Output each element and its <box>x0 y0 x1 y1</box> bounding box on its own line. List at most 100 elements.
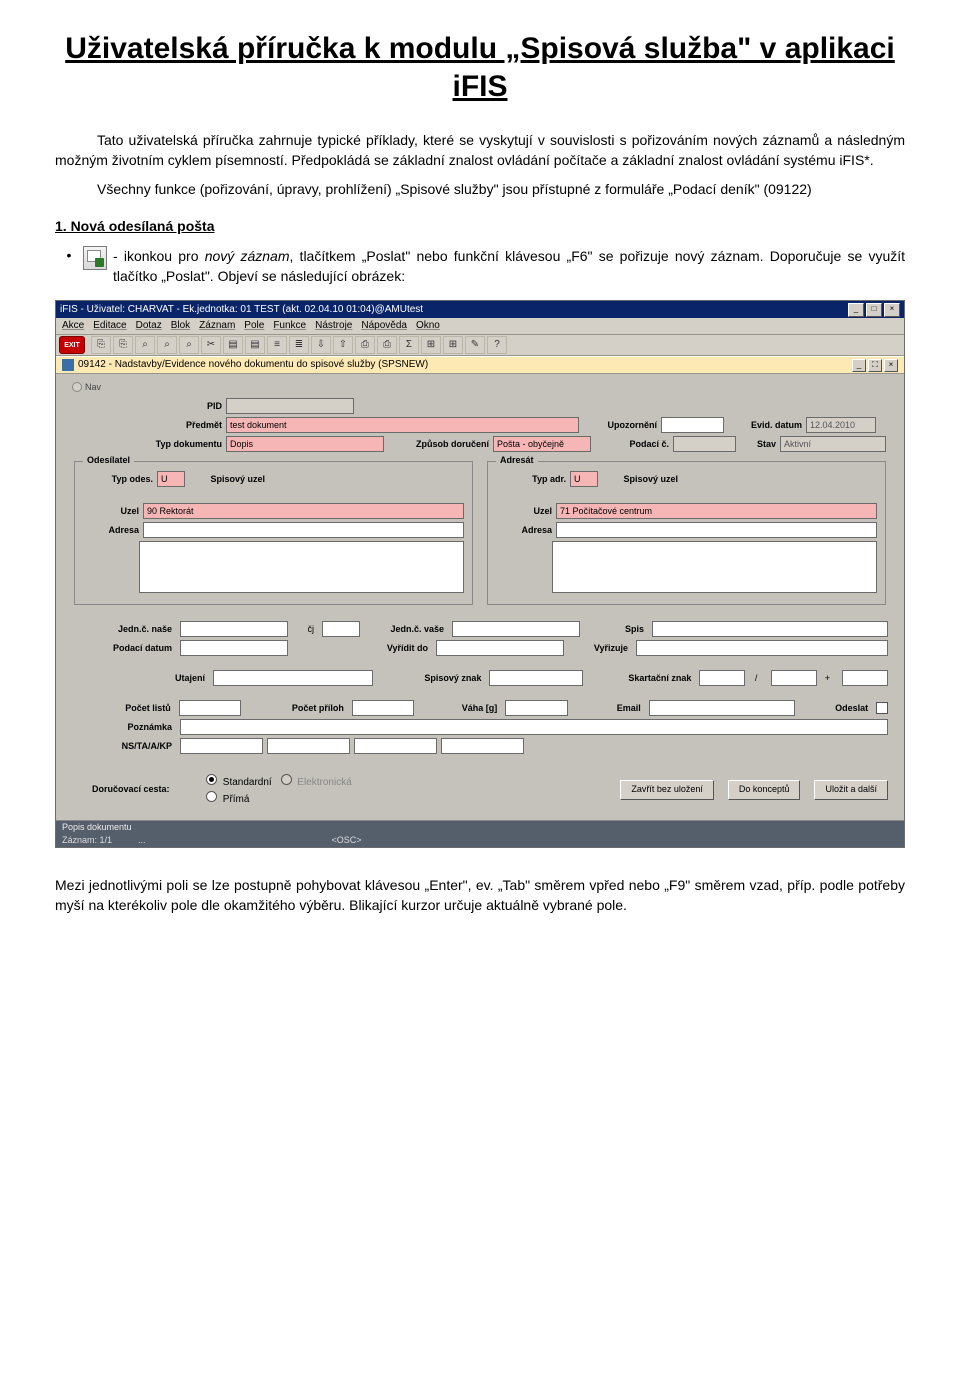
spis-field[interactable] <box>652 621 888 637</box>
menu-nastroje[interactable]: Nástroje <box>315 321 352 331</box>
toolbar-button[interactable]: ▤ <box>223 336 243 354</box>
toolbar-button[interactable]: ≡ <box>267 336 287 354</box>
menu-zaznam[interactable]: Záznam <box>199 321 235 331</box>
utajeni-field[interactable] <box>213 670 373 686</box>
typodes-field[interactable]: U <box>157 471 185 487</box>
upozorneni-field[interactable] <box>661 417 724 433</box>
bullet-text-pre: - ikonkou pro <box>113 248 205 264</box>
typadr-label: Typ adr. <box>496 475 570 484</box>
sub-window-title: 09142 - Nadstavby/Evidence nového dokume… <box>78 360 428 370</box>
intro-paragraph-2: Všechny funkce (pořizování, úpravy, proh… <box>55 180 905 200</box>
toolbar-button[interactable]: ⎘ <box>91 336 111 354</box>
menu-funkce[interactable]: Funkce <box>273 321 306 331</box>
podacic-field[interactable] <box>673 436 736 452</box>
typdok-field[interactable]: Dopis <box>226 436 384 452</box>
toolbar-button[interactable]: ▤ <box>245 336 265 354</box>
radio-prima[interactable] <box>206 791 217 802</box>
pid-field[interactable] <box>226 398 354 414</box>
toolbar-button[interactable]: ⇧ <box>333 336 353 354</box>
toolbar-button[interactable]: ✂ <box>201 336 221 354</box>
bullet-item: • - ikonkou pro nový záznam, tlačítkem „… <box>55 246 905 287</box>
menu-bar: Akce Editace Dotaz Blok Záznam Pole Funk… <box>56 318 904 335</box>
poznamka-field[interactable] <box>180 719 888 735</box>
uzel-o-field[interactable]: 90 Rektorát <box>143 503 464 519</box>
skartznak-field-1[interactable] <box>699 670 745 686</box>
toolbar-button[interactable]: ⊞ <box>421 336 441 354</box>
skartznak-field-2[interactable] <box>771 670 817 686</box>
koncept-button[interactable]: Do konceptů <box>728 780 801 800</box>
typadr-field[interactable]: U <box>570 471 598 487</box>
maximize-button[interactable]: □ <box>866 303 882 317</box>
nav-label: Nav <box>85 383 101 392</box>
uzel-a-label: Uzel <box>496 507 556 516</box>
toolbar-button[interactable]: ≣ <box>289 336 309 354</box>
odeslat-checkbox[interactable] <box>876 702 888 714</box>
skartznak-field-3[interactable] <box>842 670 888 686</box>
vyrizuje-field[interactable] <box>636 640 888 656</box>
sub-maximize-button[interactable]: ⛶ <box>868 359 882 372</box>
vyrizuje-label: Vyřizuje <box>568 644 632 653</box>
pocetpriloh-field[interactable] <box>352 700 414 716</box>
menu-akce[interactable]: Akce <box>62 321 84 331</box>
predmet-label: Předmět <box>72 421 226 430</box>
email-field[interactable] <box>649 700 795 716</box>
uzel-o-label: Uzel <box>83 507 143 516</box>
toolbar-button[interactable]: ⌕ <box>179 336 199 354</box>
exit-button[interactable]: EXIT <box>59 336 85 354</box>
jednvase-label: Jedn.č. vaše <box>364 625 448 634</box>
toolbar-button[interactable]: ⊞ <box>443 336 463 354</box>
toolbar-button[interactable]: ⌕ <box>135 336 155 354</box>
spisznak-field[interactable] <box>489 670 582 686</box>
menu-napoveda[interactable]: Nápověda <box>361 321 407 331</box>
cj-field[interactable] <box>322 621 360 637</box>
toolbar-button[interactable]: Σ <box>399 336 419 354</box>
sub-minimize-button[interactable]: _ <box>852 359 866 372</box>
menu-pole[interactable]: Pole <box>244 321 264 331</box>
zpusob-field[interactable]: Pošta - obyčejně <box>493 436 591 452</box>
toolbar-button[interactable]: ? <box>487 336 507 354</box>
jednnase-label: Jedn.č. naše <box>72 625 176 634</box>
menu-okno[interactable]: Okno <box>416 321 440 331</box>
uzel-a-field[interactable]: 71 Počítačové centrum <box>556 503 877 519</box>
podacidatum-field[interactable] <box>180 640 288 656</box>
toolbar-button[interactable]: ⎙ <box>377 336 397 354</box>
adresa-o-field[interactable] <box>143 522 464 538</box>
upozorneni-label: Upozornění <box>579 421 661 430</box>
new-record-icon <box>83 246 107 270</box>
menu-dotaz[interactable]: Dotaz <box>136 321 162 331</box>
jednvase-field[interactable] <box>452 621 580 637</box>
kp-field[interactable] <box>441 738 524 754</box>
adresa-a-field[interactable] <box>556 522 877 538</box>
adresa-o-textarea[interactable] <box>139 541 464 593</box>
zavrit-button[interactable]: Zavřít bez uložení <box>620 780 714 800</box>
predmet-field[interactable]: test dokument <box>226 417 579 433</box>
menu-blok[interactable]: Blok <box>171 321 190 331</box>
ta-field[interactable] <box>267 738 350 754</box>
zpusob-label: Způsob doručení <box>384 440 493 449</box>
ns-field[interactable] <box>180 738 263 754</box>
vyriditdo-field[interactable] <box>436 640 564 656</box>
odesilatel-legend: Odesílatel <box>83 456 134 465</box>
app-screenshot: iFIS - Uživatel: CHARVAT - Ek.jednotka: … <box>55 300 905 848</box>
close-button[interactable]: × <box>884 303 900 317</box>
toolbar-button[interactable]: ✎ <box>465 336 485 354</box>
toolbar-button[interactable]: ⎙ <box>355 336 375 354</box>
sub-close-button[interactable]: × <box>884 359 898 372</box>
typodes-label: Typ odes. <box>83 475 157 484</box>
stav-field[interactable]: Aktivní <box>780 436 886 452</box>
form-icon <box>62 359 74 371</box>
toolbar-button[interactable]: ⎘ <box>113 336 133 354</box>
radio-standard[interactable] <box>206 774 217 785</box>
vaha-field[interactable] <box>505 700 567 716</box>
a-field[interactable] <box>354 738 437 754</box>
minimize-button[interactable]: _ <box>848 303 864 317</box>
jednnase-field[interactable] <box>180 621 288 637</box>
eviddatum-field[interactable]: 12.04.2010 <box>806 417 876 433</box>
toolbar-button[interactable]: ⌕ <box>157 336 177 354</box>
pocetlistu-field[interactable] <box>179 700 241 716</box>
toolbar-button[interactable]: ⇩ <box>311 336 331 354</box>
adresa-a-textarea[interactable] <box>552 541 877 593</box>
ulozit-button[interactable]: Uložit a další <box>814 780 888 800</box>
nav-radio[interactable] <box>72 382 82 392</box>
menu-editace[interactable]: Editace <box>93 321 126 331</box>
